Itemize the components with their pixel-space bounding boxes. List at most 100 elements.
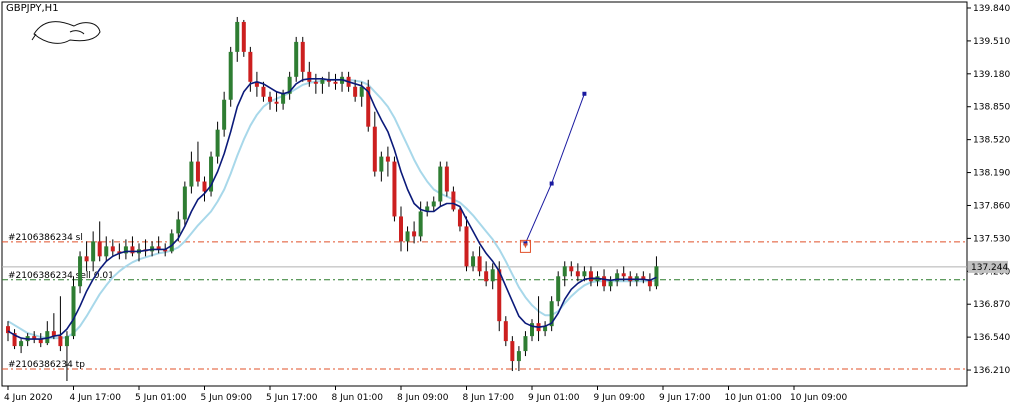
candle-bull [582,271,587,277]
candle-bull [379,156,384,172]
candle-bear [569,266,574,272]
y-tick-label: 138.850 [973,103,1010,113]
candle-bear [268,96,272,102]
x-tick-label: 9 Jun 09:00 [594,393,646,403]
candle-bear [130,246,135,254]
candle-bull [91,241,96,262]
candle-bear [261,86,266,97]
candle-bear [464,226,469,267]
candle-bear [510,341,515,362]
candle-bear [497,269,502,322]
candle-bear [58,336,63,347]
x-tick-label: 4 Jun 2020 [4,393,53,403]
candle-bull [438,166,443,202]
symbol-title: GBPJPY,H1 [6,3,59,14]
candle-bull [608,281,613,287]
candle-bear [412,231,417,237]
y-tick-label: 138.190 [973,169,1010,179]
candle-bull [176,219,181,234]
candle-bull [471,256,476,267]
x-tick-label: 8 Jun 01:00 [332,393,384,403]
candle-bull [71,286,76,337]
candle-bear [195,161,200,182]
candle-bear [444,166,449,192]
candle-bull [294,41,299,77]
candle-bear [484,271,489,282]
candle-bull [523,336,528,352]
y-tick-label: 137.860 [973,201,1010,211]
chart-background [0,0,1020,409]
candle-bull [556,276,561,302]
candle-bull [169,233,174,252]
candle-bear [588,271,593,282]
candle-bear [307,71,312,82]
candle-bull [182,186,187,220]
candle-bull [235,21,240,52]
candle-bull [64,336,69,347]
y-tick-label: 139.180 [973,70,1010,80]
candle-bull [228,51,233,100]
chart-window[interactable]: GBPJPY,H1 139.840 139.510 139.180 138.850 13… [0,0,1020,409]
candle-bull [19,341,24,347]
forecast-point [549,181,554,186]
candle-bear [97,241,102,257]
x-tick-label: 9 Jun 17:00 [659,393,711,403]
candle-bull [490,269,495,282]
order-line-label-sl: #2106386234 sl [8,233,83,243]
candle-bear [110,246,115,252]
candle-bear [457,209,462,227]
candle-bear [300,41,305,72]
candle-bear [385,156,390,162]
candle-bear [399,216,403,242]
candle-bear [313,81,318,84]
candle-bull [281,93,286,104]
price-chart[interactable]: 139.840 139.510 139.180 138.850 138.520 138.1… [0,0,1020,409]
candle-bear [503,321,508,342]
candle-bull [104,246,109,257]
x-tick-label: 5 Jun 01:00 [135,393,187,403]
candle-bear [451,191,456,210]
x-tick-label: 5 Jun 09:00 [201,393,253,403]
order-line-label-tp: #2106386234 tp [8,360,85,370]
candle-bull [562,266,567,277]
x-tick-label: 5 Jun 17:00 [266,393,318,403]
y-tick-label: 139.510 [973,37,1010,47]
current-price-label: 137.244 [971,263,1008,273]
x-tick-label: 9 Jun 01:00 [528,393,580,403]
candle-bull [222,99,227,130]
candle-bull [654,266,659,287]
candle-bear [392,161,397,217]
candle-bear [602,276,607,287]
x-tick-label: 10 Jun 09:00 [790,393,847,403]
candle-bull [78,256,83,287]
candle-bear [353,86,358,97]
candle-bull [359,86,364,97]
y-tick-label: 137.530 [973,234,1010,244]
candle-bear [621,273,626,277]
candle-bull [418,211,423,237]
x-tick-label: 8 Jun 09:00 [397,393,449,403]
y-tick-label: 136.540 [973,333,1010,343]
x-tick-label: 8 Jun 17:00 [463,393,515,403]
forecast-point [582,91,587,96]
candle-bull [215,129,220,157]
y-tick-label: 136.870 [973,300,1010,310]
candle-bear [575,271,580,277]
candle-bull [320,79,325,84]
candle-bear [84,256,89,262]
candle-bear [333,81,338,84]
candle-bear [477,256,482,272]
y-tick-label: 139.840 [973,4,1010,14]
candle-bear [202,181,207,192]
candle-bull [431,201,436,207]
candle-bull [405,231,410,242]
candle-bull [189,161,194,187]
y-tick-label: 138.520 [973,136,1010,146]
candle-bear [241,21,246,52]
candle-bull [516,351,521,362]
candle-bear [274,101,279,104]
candle-bear [248,51,253,82]
x-tick-label: 4 Jun 17:00 [70,393,122,403]
x-tick-label: 10 Jun 01:00 [725,393,782,403]
y-tick-label: 136.210 [973,366,1010,376]
